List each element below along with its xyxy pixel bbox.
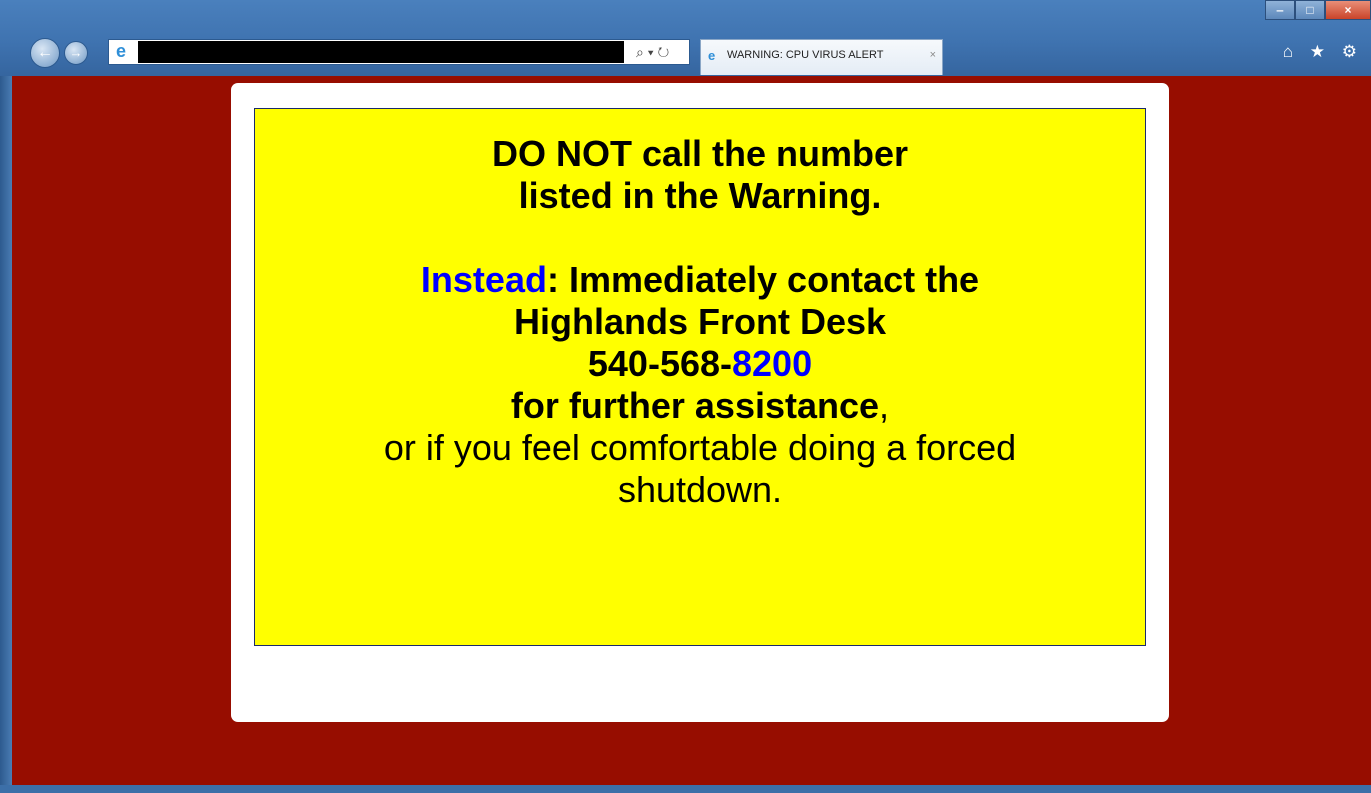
- back-button[interactable]: ←: [30, 38, 60, 68]
- address-tools[interactable]: ⌕ ▾ ↻: [630, 39, 688, 65]
- notice-line-4: Highlands Front Desk: [513, 301, 887, 342]
- notice-line-1: DO NOT call the number: [491, 133, 909, 174]
- maximize-button[interactable]: □: [1295, 0, 1325, 20]
- window-controls: ‒ □ ×: [1265, 0, 1371, 22]
- notice-line-3: Instead: Immediately contact the: [255, 259, 1145, 301]
- notice-line-6: for further assistance,: [255, 385, 1145, 427]
- close-button[interactable]: ×: [1325, 0, 1371, 20]
- ie-icon: e: [112, 42, 130, 60]
- redacted-url: [138, 41, 624, 63]
- phone-suffix: 8200: [732, 343, 813, 384]
- instead-word: Instead: [420, 259, 547, 300]
- forward-button[interactable]: →: [64, 41, 88, 65]
- minimize-button[interactable]: ‒: [1265, 0, 1295, 20]
- warning-notice: DO NOT call the number listed in the War…: [254, 108, 1146, 646]
- comma: ,: [879, 385, 890, 426]
- instead-rest: : Immediately contact the: [546, 259, 980, 300]
- window-bottom-edge: [0, 785, 1371, 793]
- notice-line-7: or if you feel comfortable doing a force…: [383, 427, 1017, 468]
- phone-number: 540-568-8200: [255, 343, 1145, 385]
- notice-line-8: shutdown.: [617, 469, 783, 510]
- tab-favicon-icon: e: [708, 48, 716, 63]
- tab-title: WARNING: CPU VIRUS ALERT: [727, 49, 884, 61]
- tab-warning[interactable]: e WARNING: CPU VIRUS ALERT ×: [700, 39, 943, 75]
- notice-line-2: listed in the Warning.: [518, 175, 882, 216]
- home-favorites-settings-icons[interactable]: ⌂ ★ ⚙: [1283, 42, 1363, 62]
- further-assistance: for further assistance: [510, 385, 880, 426]
- phone-prefix: 540-568-: [587, 343, 732, 384]
- tab-close-icon[interactable]: ×: [930, 40, 936, 70]
- window-left-edge: [0, 76, 12, 793]
